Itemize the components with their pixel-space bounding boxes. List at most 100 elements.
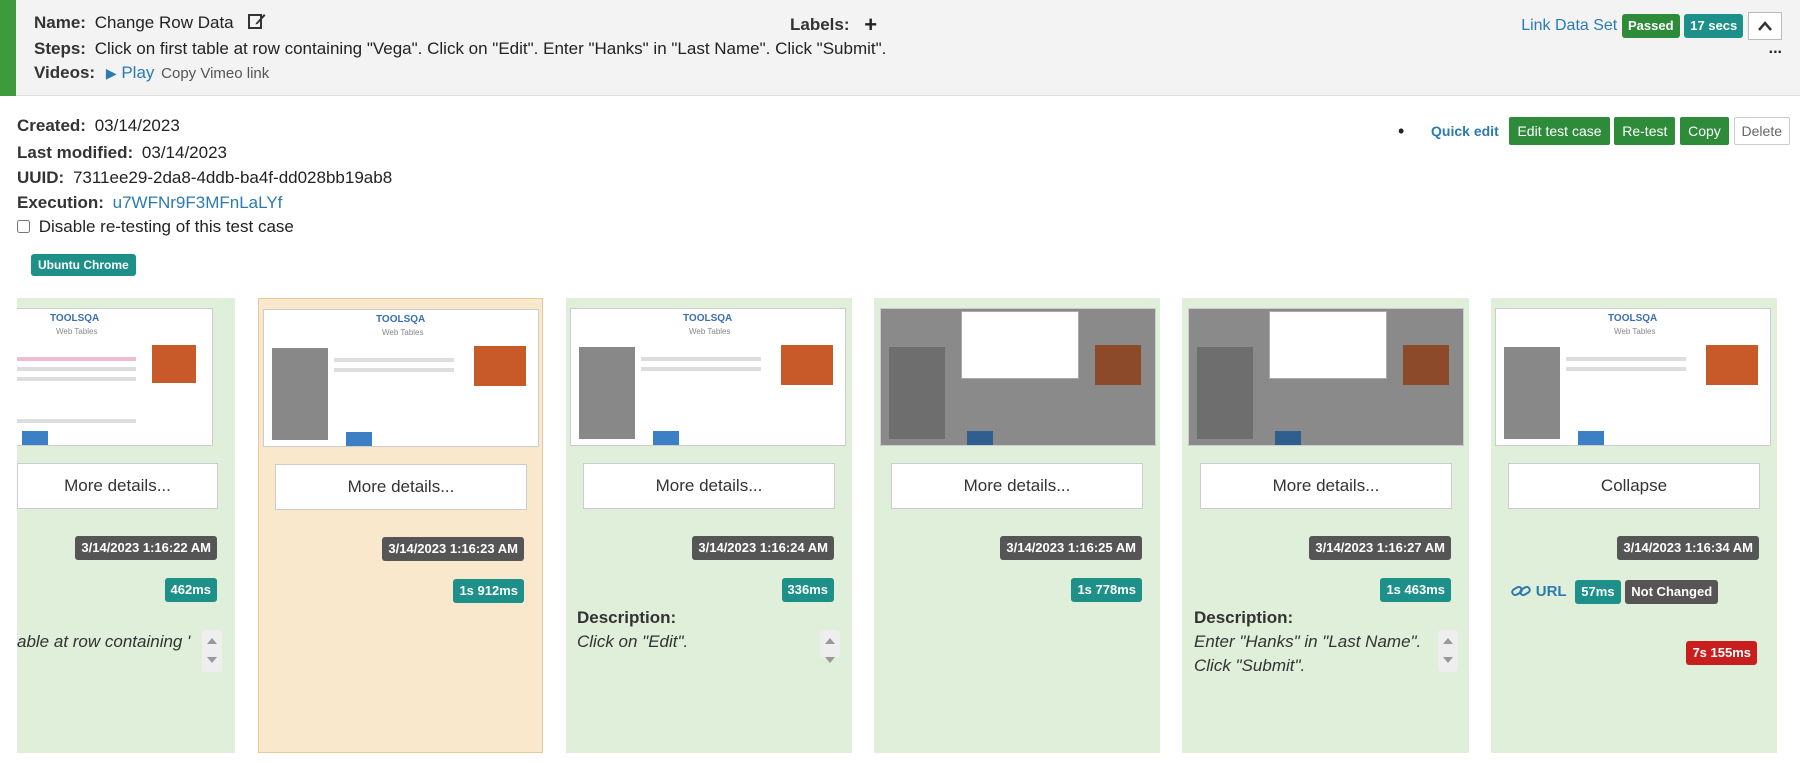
steps-row: Steps: Click on first table at row conta… [34,39,886,59]
quick-edit-link[interactable]: Quick edit [1431,123,1499,139]
mini-ad [1706,345,1758,385]
more-details-button[interactable]: More details... [891,463,1143,509]
videos-row: Videos: ▶ Play Copy Vimeo link [34,63,269,83]
modified-value: 03/14/2023 [141,143,227,162]
mini-row [334,358,454,362]
step-timestamp: 3/14/2023 1:16:22 AM [75,536,217,560]
labels-row: Labels: + [790,12,877,38]
mini-subtitle: Web Tables [382,328,424,337]
step-card: TOOLSQA Web Tables Collapse 3/14/2023 1:… [1491,298,1777,753]
uuid-row: UUID: 7311ee29-2da8-4ddb-ba4f-dd028bb19a… [17,168,392,188]
step-duration: 462ms [164,578,217,602]
step-screenshot[interactable] [880,308,1156,446]
highlight-row [17,357,136,361]
more-details-button[interactable]: More details... [583,463,835,509]
mini-ad [152,345,196,383]
delete-button[interactable]: Delete [1733,117,1790,145]
more-details-button[interactable]: More details... [275,464,527,510]
edit-name-icon[interactable] [248,12,266,35]
execution-label: Execution: [17,193,104,212]
edit-test-case-button[interactable]: Edit test case [1509,117,1610,145]
test-case-header: Name: Change Row Data Labels: + Steps: C… [0,0,1800,96]
browser-badge: Ubuntu Chrome [31,254,136,276]
step-timestamp: 3/14/2023 1:16:34 AM [1617,536,1759,560]
description-label: Description: [1194,608,1294,627]
play-label: Play [121,63,155,82]
play-icon: ▶ [105,65,117,81]
modified-row: Last modified: 03/14/2023 [17,143,227,163]
header-right: Link Data Set Passed 17 secs [1521,12,1782,40]
mini-row [1566,357,1686,361]
mini-modal [1269,311,1387,379]
step-timestamp: 3/14/2023 1:16:24 AM [692,536,834,560]
mini-ad [1578,431,1604,445]
step-timestamp: 3/14/2023 1:16:25 AM [1000,536,1142,560]
copy-button[interactable]: Copy [1680,117,1729,145]
browser-badge-wrap: Ubuntu Chrome [31,254,136,276]
retest-button[interactable]: Re-test [1614,117,1676,145]
collapse-header-button[interactable] [1748,12,1782,40]
step-card: More details... 3/14/2023 1:16:25 AM 1s … [874,298,1160,753]
disable-retest-row: Disable re-testing of this test case [17,217,294,237]
description-scroll[interactable] [202,630,222,672]
link-icon [1511,583,1531,604]
step-card: More details... 3/14/2023 1:16:27 AM 1s … [1182,298,1469,753]
more-details-button[interactable]: More details... [17,463,218,509]
mini-subtitle: Web Tables [1614,327,1656,336]
step-description: able at row containing "Veg [17,632,191,652]
toolsqa-logo: TOOLSQA [1608,313,1658,324]
created-value: 03/14/2023 [94,116,180,135]
step-card: TOOLSQA Web Tables More details... 3/14/… [17,298,235,753]
step-screenshot[interactable]: TOOLSQA Web Tables [570,308,846,446]
step-card: TOOLSQA Web Tables More details... 3/14/… [566,298,852,753]
status-stripe [0,0,16,96]
mini-sidebar [1504,347,1560,439]
labels-label: Labels: [790,15,850,34]
mini-ad [346,432,372,446]
mini-subtitle: Web Tables [689,327,731,336]
mini-ad [967,431,993,445]
mini-subtitle: Web Tables [56,327,98,336]
name-label: Name: [34,13,86,32]
mini-ad [1403,345,1449,385]
add-label-icon[interactable]: + [864,12,877,37]
step-screenshot[interactable]: TOOLSQA Web Tables [1495,308,1771,446]
step-card: TOOLSQA Web Tables More details... 3/14/… [258,298,543,753]
step-screenshot[interactable]: TOOLSQA Web Tables [17,308,213,446]
mini-sidebar [579,347,635,439]
more-menu-icon[interactable]: ... [1769,40,1782,58]
execution-link[interactable]: u7WFNr9F3MFnLaLYf [113,193,283,212]
mini-row [17,377,136,381]
mini-ad [1095,345,1141,385]
description-text: Click on "Edit". [577,632,689,651]
toolsqa-logo: TOOLSQA [376,314,426,325]
disable-retest-checkbox[interactable] [17,220,30,233]
more-details-button[interactable]: More details... [1200,463,1452,509]
step-duration: 1s 912ms [453,579,524,603]
mini-sidebar [1197,347,1253,439]
toolsqa-logo: TOOLSQA [50,313,100,324]
name-row: Name: Change Row Data [34,12,266,35]
status-badge: Passed [1621,14,1680,38]
url-label[interactable]: URL [1536,583,1567,600]
play-video-link[interactable]: ▶ Play [106,63,159,82]
step-screenshot[interactable]: TOOLSQA Web Tables [263,309,539,447]
url-status: Not Changed [1625,580,1719,604]
mini-ad [22,431,48,445]
description-scroll[interactable] [1438,630,1458,672]
steps-label: Steps: [34,39,86,58]
url-duration: 57ms [1575,580,1621,604]
step-description: Description: Enter "Hanks" in "Last Name… [1194,608,1424,676]
link-data-set-link[interactable]: Link Data Set [1521,17,1617,34]
step-screenshot[interactable] [1188,308,1464,446]
mini-ad [653,431,679,445]
step-duration: 336ms [781,578,834,602]
step-timestamp: 3/14/2023 1:16:27 AM [1309,536,1451,560]
description-text: able at row containing "Veg [17,632,191,651]
step-timestamp: 3/14/2023 1:16:23 AM [382,537,524,561]
collapse-button[interactable]: Collapse [1508,463,1760,509]
description-scroll[interactable] [820,630,840,663]
copy-vimeo-link[interactable]: Copy Vimeo link [161,65,269,82]
mini-ad [781,345,833,385]
mini-row [641,367,761,371]
